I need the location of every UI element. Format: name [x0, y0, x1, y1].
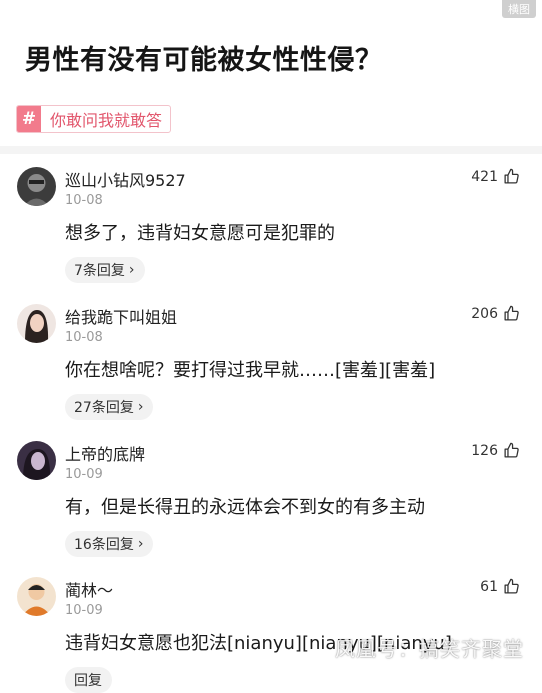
watermark: 凤凰号：搞笑齐聚堂	[335, 637, 524, 661]
topic-label: 你敢问我就敢答	[50, 111, 163, 130]
replies-label: 回复	[74, 673, 102, 689]
hash-icon: #	[17, 106, 41, 132]
avatar[interactable]	[17, 441, 56, 480]
thumbs-up-icon	[504, 578, 519, 594]
replies-button[interactable]: 16条回复 ›	[65, 531, 154, 557]
like-count: 61	[480, 578, 498, 595]
comment-text: 有，但是长得丑的永远体会不到女的有多主动	[65, 497, 425, 518]
like-count: 126	[471, 442, 498, 459]
thumbs-up-icon	[504, 442, 519, 458]
like-count: 206	[471, 305, 498, 322]
thumbs-up-icon	[504, 305, 519, 321]
chevron-right-icon: ›	[128, 262, 135, 278]
replies-button[interactable]: 7条回复 ›	[65, 257, 145, 283]
comment-text: 想多了，违背妇女意愿可是犯罪的	[65, 223, 335, 244]
replies-button[interactable]: 27条回复 ›	[65, 394, 154, 420]
topic-tag[interactable]: # 你敢问我就敢答	[16, 105, 172, 133]
question-title: 男性有没有可能被女性性侵？	[25, 45, 383, 76]
username[interactable]: 蔺林～	[65, 577, 113, 601]
username[interactable]: 上帝的底牌	[65, 441, 145, 465]
replies-button[interactable]: 回复	[65, 667, 112, 693]
image-type-badge: 横图	[502, 0, 536, 18]
like-count: 421	[471, 168, 498, 185]
username[interactable]: 给我跪下叫姐姐	[65, 304, 177, 328]
comment-date: 10-09	[65, 467, 103, 482]
comment-date: 10-08	[65, 330, 103, 345]
replies-label: 16条回复	[74, 537, 134, 553]
username[interactable]: 巡山小钻风9527	[65, 167, 186, 191]
replies-label: 7条回复	[74, 263, 125, 279]
section-divider	[0, 146, 542, 154]
replies-label: 27条回复	[74, 400, 134, 416]
thumbs-up-icon	[504, 168, 519, 184]
comment-text: 你在想啥呢？要打得过我早就……[害羞][害羞]	[65, 360, 436, 381]
chevron-right-icon: ›	[137, 536, 144, 552]
chevron-right-icon: ›	[137, 399, 144, 415]
like-button[interactable]: 61	[480, 578, 520, 595]
like-button[interactable]: 126	[471, 442, 520, 459]
avatar[interactable]	[17, 167, 56, 206]
like-button[interactable]: 206	[471, 305, 520, 322]
comment-date: 10-09	[65, 603, 103, 618]
avatar[interactable]	[17, 577, 56, 616]
avatar[interactable]	[17, 304, 56, 343]
like-button[interactable]: 421	[471, 168, 520, 185]
comment-date: 10-08	[65, 193, 103, 208]
